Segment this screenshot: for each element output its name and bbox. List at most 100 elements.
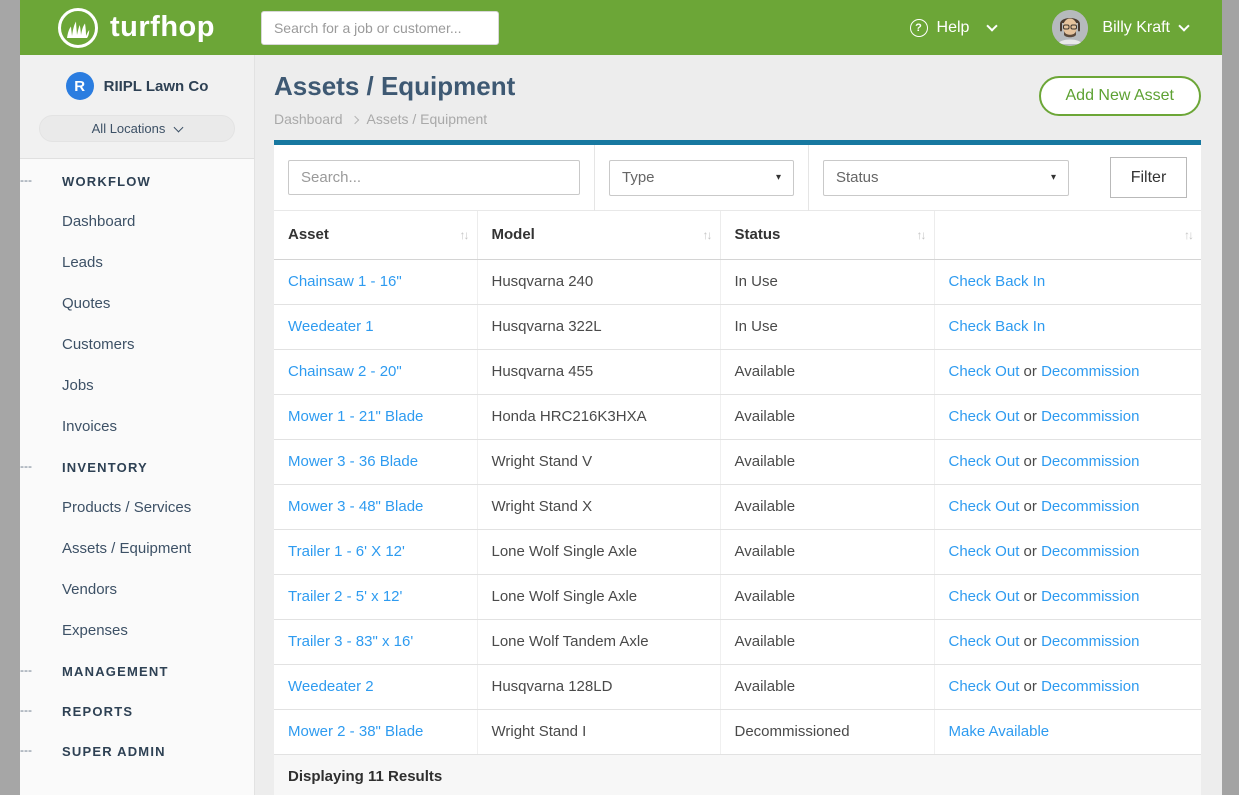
action-link-decommission[interactable]: Decommission — [1041, 633, 1139, 650]
sort-icon[interactable]: ↑↓ — [917, 228, 925, 242]
sidebar-item-expenses[interactable]: Expenses — [20, 610, 254, 651]
breadcrumb-dashboard[interactable]: Dashboard — [274, 111, 343, 127]
asset-link[interactable]: Mower 2 - 38" Blade — [288, 723, 423, 740]
action-link-decommission[interactable]: Decommission — [1041, 453, 1139, 470]
asset-link[interactable]: Chainsaw 1 - 16" — [288, 273, 402, 290]
sidebar-section-reports[interactable]: ---REPORTS — [20, 691, 254, 731]
sidebar-section-inventory[interactable]: ---INVENTORY — [20, 447, 254, 487]
sort-icon[interactable]: ↑↓ — [460, 228, 468, 242]
main-content: Assets / Equipment Dashboard Assets / Eq… — [256, 55, 1222, 795]
sidebar-section-management[interactable]: ---MANAGEMENT — [20, 651, 254, 691]
results-count: Displaying 11 Results — [274, 755, 1201, 795]
sidebar-item-leads[interactable]: Leads — [20, 242, 254, 283]
asset-link[interactable]: Mower 3 - 36 Blade — [288, 453, 418, 470]
sidebar-item-products-services[interactable]: Products / Services — [20, 487, 254, 528]
help-label: Help — [937, 19, 970, 37]
sort-icon[interactable]: ↑↓ — [703, 228, 711, 242]
action-link-decommission[interactable]: Decommission — [1041, 678, 1139, 695]
status-cell: In Use — [720, 304, 934, 349]
status-select[interactable]: Status ▾ — [823, 160, 1069, 196]
action-link-decommission[interactable]: Decommission — [1041, 543, 1139, 560]
action-link-check-out[interactable]: Check Out — [949, 408, 1020, 425]
table-body: Chainsaw 1 - 16"Husqvarna 240In UseCheck… — [274, 259, 1201, 754]
add-new-asset-button[interactable]: Add New Asset — [1039, 76, 1202, 116]
section-label: REPORTS — [62, 704, 133, 719]
asset-link[interactable]: Mower 3 - 48" Blade — [288, 498, 423, 515]
actions-cell: Check Back In — [934, 259, 1201, 304]
action-link-check-out[interactable]: Check Out — [949, 498, 1020, 515]
sidebar-item-dashboard[interactable]: Dashboard — [20, 201, 254, 242]
action-link-make-available[interactable]: Make Available — [949, 723, 1050, 740]
grass-logo-icon — [56, 6, 100, 50]
status-cell: Available — [720, 484, 934, 529]
sidebar-section-super-admin[interactable]: ---SUPER ADMIN — [20, 731, 254, 771]
table-search-input[interactable] — [288, 160, 580, 195]
breadcrumb-current: Assets / Equipment — [367, 111, 488, 127]
all-locations-dropdown[interactable]: All Locations — [39, 115, 235, 142]
table-row: Trailer 3 - 83" x 16'Lone Wolf Tandem Ax… — [274, 619, 1201, 664]
type-select[interactable]: Type ▾ — [609, 160, 794, 196]
column-header-actions[interactable]: ↑↓ — [934, 211, 1201, 259]
action-link-check-out[interactable]: Check Out — [949, 543, 1020, 560]
model-cell: Husqvarna 240 — [477, 259, 720, 304]
brand-logo[interactable]: turfhop — [56, 6, 215, 50]
asset-link[interactable]: Weedeater 2 — [288, 678, 374, 695]
column-header-asset[interactable]: Asset↑↓ — [274, 211, 477, 259]
action-link-decommission[interactable]: Decommission — [1041, 408, 1139, 425]
sidebar-item-customers[interactable]: Customers — [20, 324, 254, 365]
action-link-check-back-in[interactable]: Check Back In — [949, 273, 1046, 290]
action-link-decommission[interactable]: Decommission — [1041, 363, 1139, 380]
global-search — [215, 11, 499, 45]
asset-link[interactable]: Trailer 3 - 83" x 16' — [288, 633, 413, 650]
column-header-model[interactable]: Model↑↓ — [477, 211, 720, 259]
asset-link[interactable]: Chainsaw 2 - 20" — [288, 363, 402, 380]
filter-button[interactable]: Filter — [1110, 157, 1187, 198]
sidebar-item-invoices[interactable]: Invoices — [20, 406, 254, 447]
sidebar-item-jobs[interactable]: Jobs — [20, 365, 254, 406]
model-cell: Wright Stand X — [477, 484, 720, 529]
sidebar-item-vendors[interactable]: Vendors — [20, 569, 254, 610]
action-link-check-out[interactable]: Check Out — [949, 633, 1020, 650]
sidebar: R RIIPL Lawn Co All Locations ---WORKFLO… — [20, 55, 255, 795]
model-cell: Wright Stand I — [477, 709, 720, 754]
model-cell: Husqvarna 455 — [477, 349, 720, 394]
asset-link[interactable]: Weedeater 1 — [288, 318, 374, 335]
action-link-decommission[interactable]: Decommission — [1041, 498, 1139, 515]
actions-cell: Check Out or Decommission — [934, 664, 1201, 709]
sidebar-item-assets-equipment[interactable]: Assets / Equipment — [20, 528, 254, 569]
actions-cell: Make Available — [934, 709, 1201, 754]
avatar[interactable] — [1052, 10, 1088, 46]
action-link-check-out[interactable]: Check Out — [949, 588, 1020, 605]
status-select-label: Status — [836, 169, 879, 186]
action-link-decommission[interactable]: Decommission — [1041, 588, 1139, 605]
actions-cell: Check Out or Decommission — [934, 619, 1201, 664]
asset-link[interactable]: Trailer 1 - 6' X 12' — [288, 543, 405, 560]
action-link-check-out[interactable]: Check Out — [949, 453, 1020, 470]
table-row: Trailer 2 - 5' x 12' Lone Wolf Single Axl… — [274, 574, 1201, 619]
sidebar-section-workflow[interactable]: ---WORKFLOW — [20, 161, 254, 201]
actions-cell: Check Out or Decommission — [934, 394, 1201, 439]
model-cell: Lone Wolf Single Axle — [477, 574, 720, 619]
table-row: Mower 1 - 21" BladeHonda HRC216K3HXAAvai… — [274, 394, 1201, 439]
help-menu[interactable]: ? Help — [910, 19, 997, 37]
actions-cell: Check Out or Decommission — [934, 439, 1201, 484]
topbar-right: ? Help Billy Kraft — [910, 10, 1188, 46]
action-link-check-out[interactable]: Check Out — [949, 363, 1020, 380]
asset-link[interactable]: Trailer 2 - 5' x 12' — [288, 588, 402, 605]
actions-cell: Check Out or Decommission — [934, 349, 1201, 394]
asset-link[interactable]: Mower 1 - 21" Blade — [288, 408, 423, 425]
table-row: Weedeater 2Husqvarna 128LDAvailableCheck… — [274, 664, 1201, 709]
filter-divider — [594, 145, 595, 211]
user-chevron-down-icon[interactable] — [1178, 20, 1189, 31]
brand-name: turfhop — [110, 11, 215, 44]
filter-bar: Type ▾ Status ▾ Filter — [274, 145, 1201, 211]
action-link-check-back-in[interactable]: Check Back In — [949, 318, 1046, 335]
column-header-status[interactable]: Status↑↓ — [720, 211, 934, 259]
sidebar-item-quotes[interactable]: Quotes — [20, 283, 254, 324]
sort-icon[interactable]: ↑↓ — [1184, 228, 1192, 242]
table-row: Trailer 1 - 6' X 12'Lone Wolf Single Axl… — [274, 529, 1201, 574]
action-link-check-out[interactable]: Check Out — [949, 678, 1020, 695]
table-row: Mower 3 - 48" Blade Wright Stand XAvailab… — [274, 484, 1201, 529]
global-search-input[interactable] — [261, 11, 499, 45]
section-dashes-icon: --- — [20, 173, 32, 187]
